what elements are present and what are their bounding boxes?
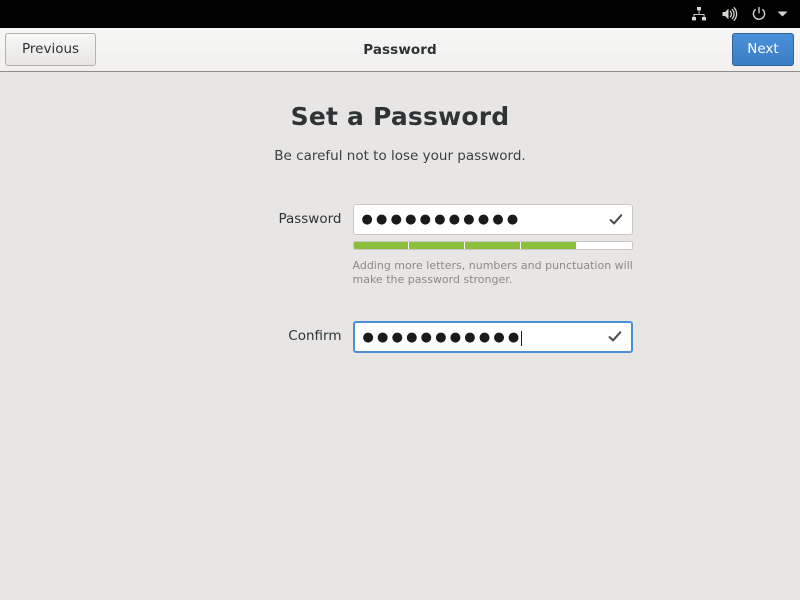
strength-segment (409, 242, 466, 249)
password-form: Password ●●●●●●●●●●● Adding more letters… (0, 204, 800, 353)
page-title-bar: Password (363, 41, 437, 58)
password-strength-hint: Adding more letters, numbers and punctua… (352, 259, 633, 286)
next-button[interactable]: Next (732, 33, 794, 66)
confirm-input-value: ●●●●●●●●●●● (362, 329, 523, 345)
confirm-row: Confirm ●●●●●●●●●●● (0, 321, 800, 353)
password-input-value: ●●●●●●●●●●● (361, 212, 522, 227)
power-icon[interactable] (746, 1, 772, 27)
check-icon (609, 213, 623, 227)
text-cursor (521, 330, 523, 346)
check-icon (608, 330, 622, 344)
volume-icon[interactable] (716, 1, 742, 27)
form-spacer (0, 287, 800, 321)
password-strength-meter (352, 241, 633, 250)
chevron-down-icon[interactable] (774, 1, 790, 27)
password-label: Password (278, 211, 342, 227)
strength-segment (353, 242, 410, 249)
system-status-bar (0, 0, 800, 28)
password-input[interactable]: ●●●●●●●●●●● (352, 204, 633, 235)
wizard-toolbar: Previous Password Next (0, 28, 800, 72)
confirm-input[interactable]: ●●●●●●●●●●● (352, 321, 633, 353)
strength-segment (576, 242, 632, 249)
network-icon[interactable] (686, 1, 712, 27)
confirm-label: Confirm (288, 328, 342, 344)
page-content: Set a Password Be careful not to lose yo… (0, 72, 800, 600)
strength-segment (465, 242, 521, 249)
confirm-field-column: ●●●●●●●●●●● (352, 321, 633, 353)
page-subheading: Be careful not to lose your password. (274, 148, 526, 164)
password-field-column: ●●●●●●●●●●● Adding more letters, numbers… (352, 204, 633, 287)
page-heading: Set a Password (290, 102, 510, 131)
password-row: Password ●●●●●●●●●●● Adding more letters… (0, 204, 800, 287)
strength-segment (520, 242, 577, 249)
